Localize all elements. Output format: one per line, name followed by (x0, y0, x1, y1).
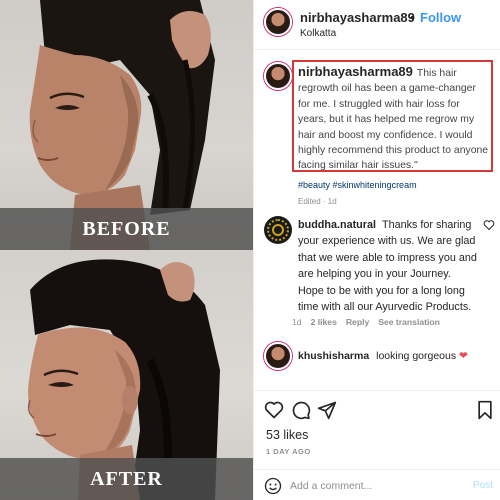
see-translation-button[interactable]: See translation (378, 317, 440, 327)
post-date: 1 DAY AGO (266, 447, 311, 456)
action-bar (264, 400, 494, 422)
comment-likes-count[interactable]: 2 likes (311, 317, 337, 327)
post-image[interactable]: BEFORE AFTER (0, 0, 253, 500)
follow-button[interactable]: Follow (420, 10, 461, 25)
reply-button[interactable]: Reply (346, 317, 369, 327)
heart-outline-icon[interactable] (483, 219, 495, 231)
likes-count[interactable]: 53 likes (266, 428, 308, 442)
comment-body: Thanks for sharing your experience with … (298, 219, 477, 314)
comment-icon[interactable] (291, 400, 311, 420)
mandala-logo-inner (272, 224, 284, 236)
post-header: nirbhayasharma89 • Follow Kolkatta (254, 0, 500, 50)
edited-label: Edited · 1d (298, 197, 337, 206)
comment-meta: 1d 2 likes Reply See translation (292, 317, 440, 327)
comment-text-block: buddha.natural Thanks for sharing your ex… (298, 217, 478, 315)
share-icon[interactable] (317, 400, 337, 420)
before-label: BEFORE (0, 208, 253, 250)
commenter-avatar[interactable] (264, 216, 292, 244)
comment-username[interactable]: buddha.natural (298, 219, 376, 231)
before-photo: BEFORE (0, 0, 253, 250)
comment-username[interactable]: khushisharma (298, 350, 369, 362)
smiley-icon[interactable] (264, 477, 282, 495)
after-label: AFTER (0, 458, 253, 500)
heart-emoji: ❤ (459, 350, 468, 362)
caption-text-block: nirbhayasharma89 This hair regrowth oil h… (298, 64, 490, 174)
heart-icon[interactable] (264, 400, 284, 420)
post-comment-button[interactable]: Post (473, 480, 493, 491)
post-sidebar: nirbhayasharma89 • Follow Kolkatta nirbh… (253, 0, 500, 500)
after-photo: AFTER (0, 250, 253, 500)
comment-input[interactable] (290, 476, 460, 496)
bookmark-icon[interactable] (475, 400, 495, 420)
caption-body: This hair regrowth oil has been a game-c… (298, 68, 489, 172)
comment-body: looking gorgeous (376, 350, 457, 362)
divider (254, 390, 500, 391)
caption-hashtags[interactable]: #beauty #skinwhiteningcream (298, 180, 417, 190)
caption-username[interactable]: nirbhayasharma89 (298, 64, 413, 79)
author-avatar[interactable] (264, 8, 292, 36)
add-comment-bar: Post (254, 469, 500, 500)
separator-dot: • (410, 10, 415, 25)
comment-text-block: khushisharma looking gorgeous ❤ (298, 350, 468, 362)
post-location[interactable]: Kolkatta (300, 28, 336, 39)
author-username[interactable]: nirbhayasharma89 (300, 10, 415, 25)
commenter-avatar[interactable] (264, 342, 292, 370)
caption-avatar[interactable] (264, 62, 292, 90)
comment-time: 1d (292, 317, 302, 327)
